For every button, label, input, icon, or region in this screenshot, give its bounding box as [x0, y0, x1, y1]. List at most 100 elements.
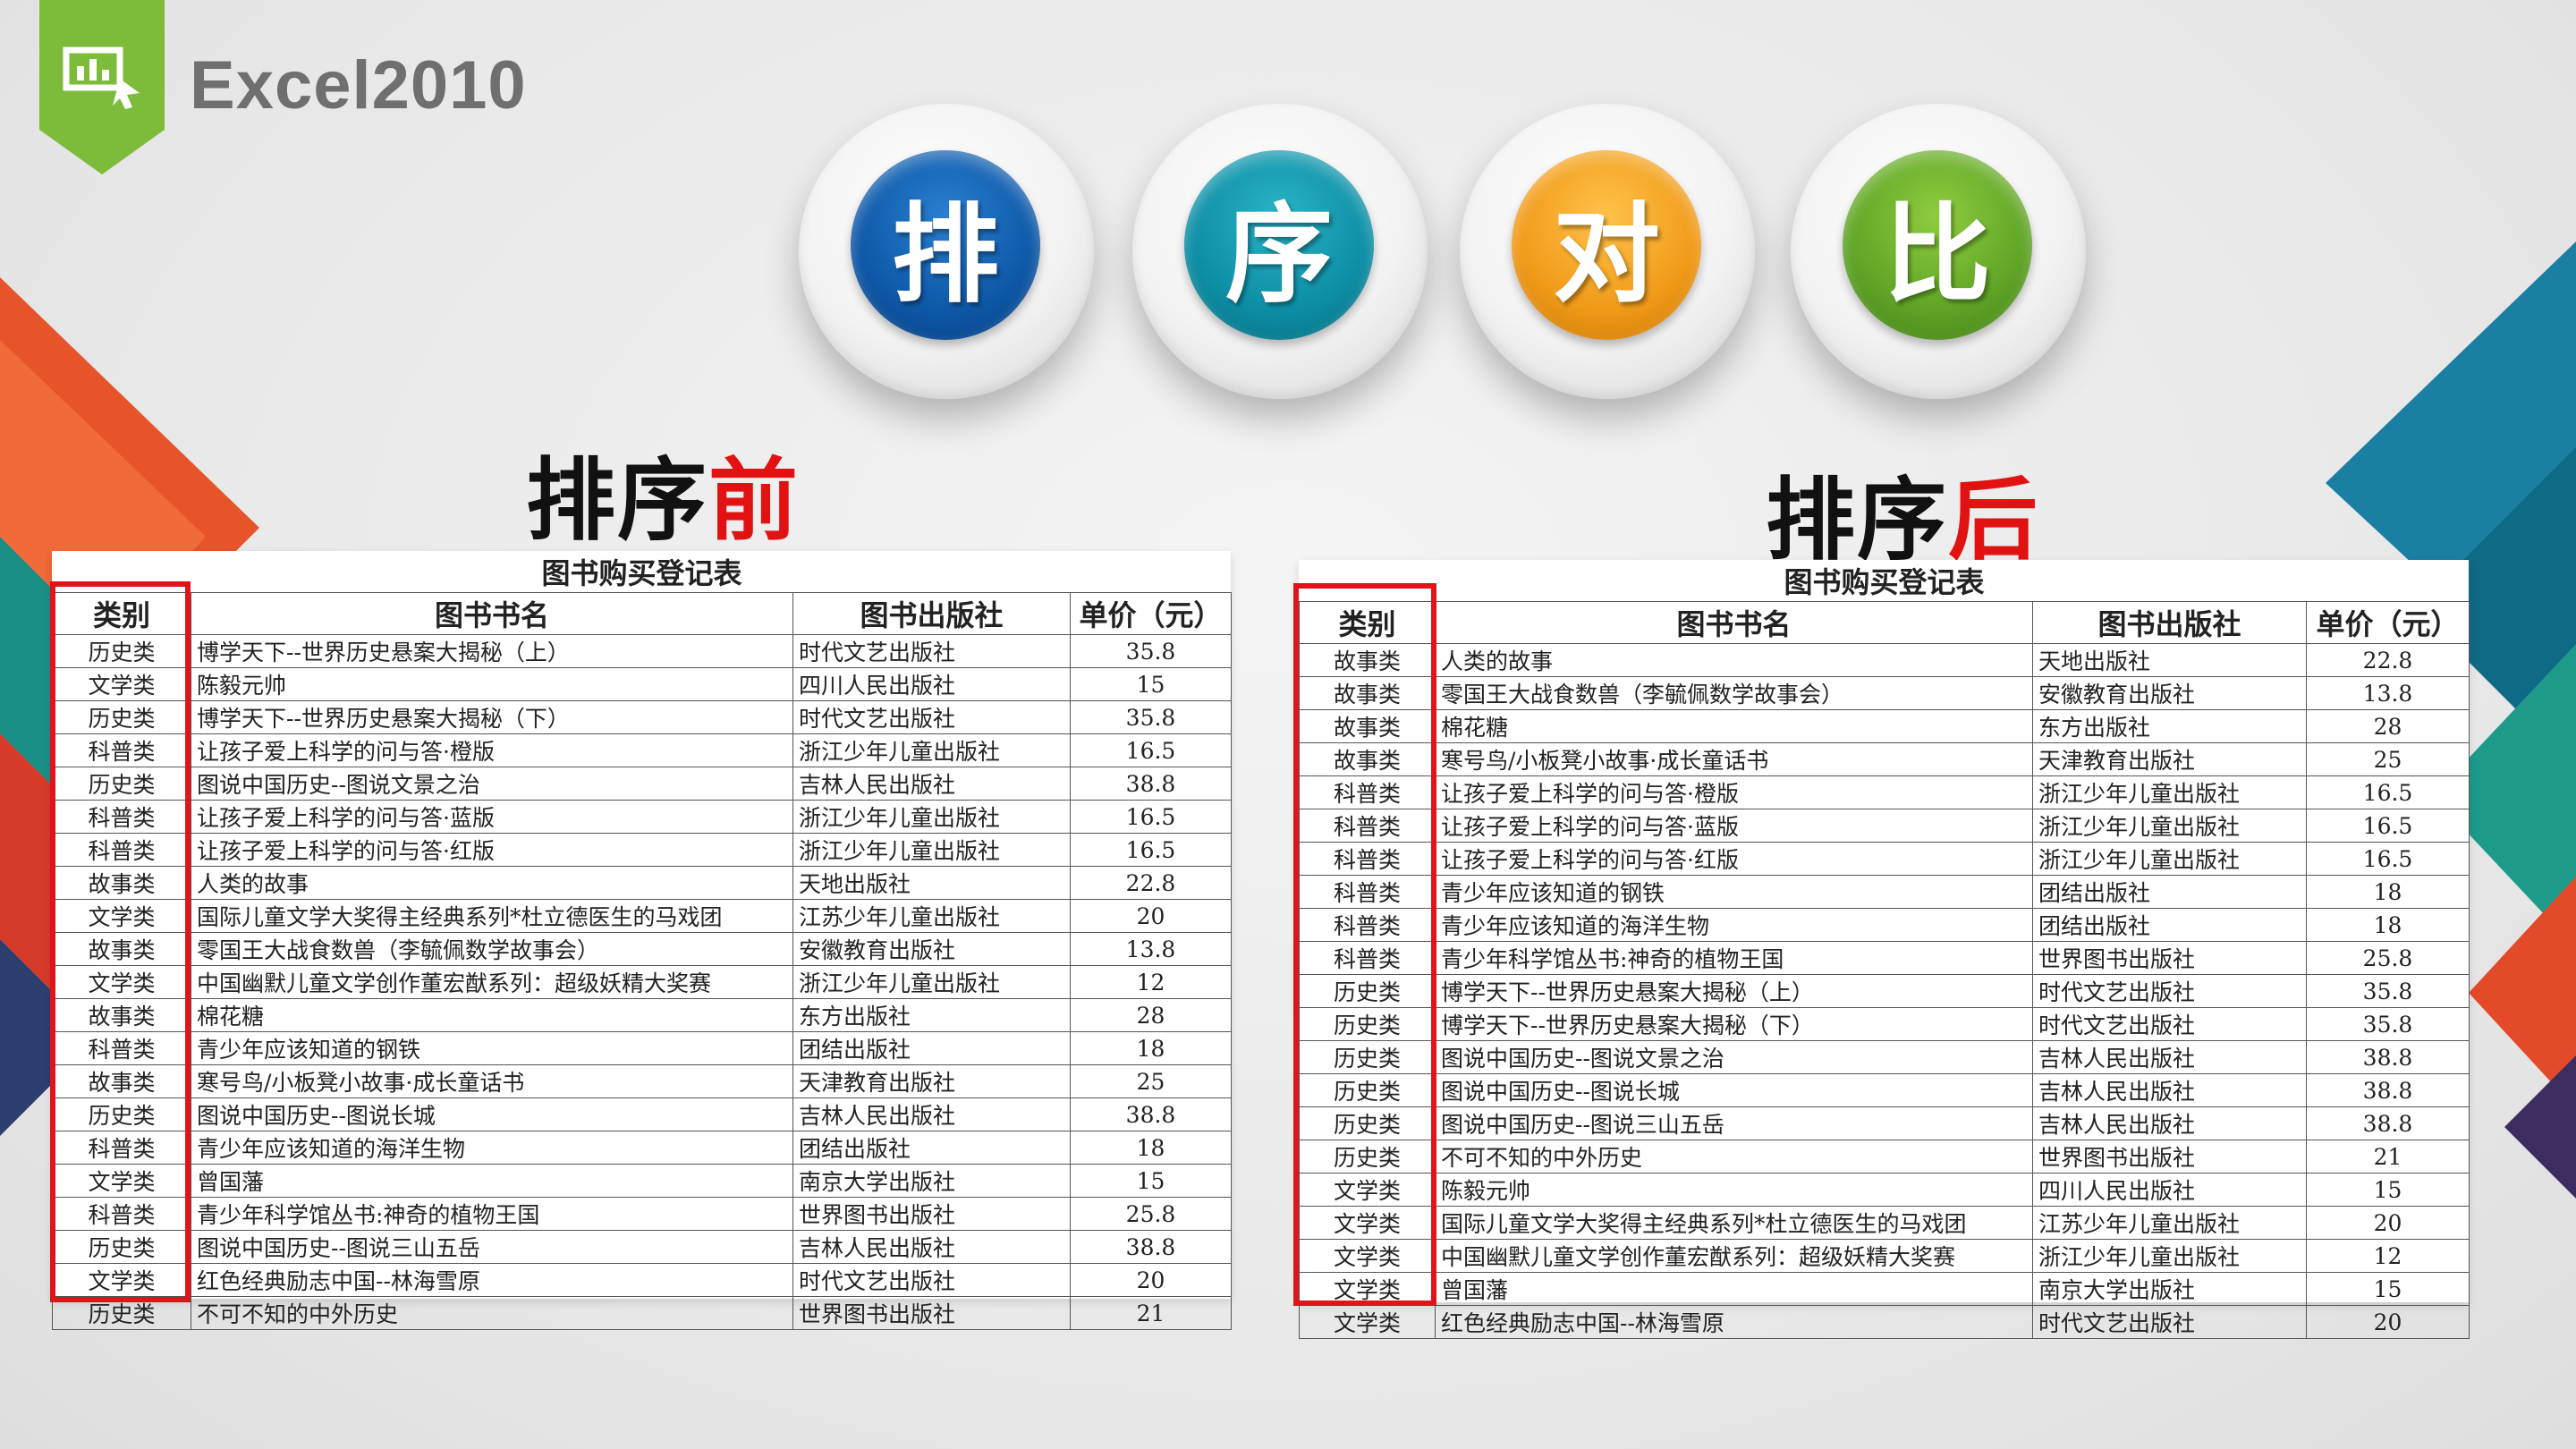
cell-title: 人类的故事 — [191, 866, 793, 900]
cell-title: 青少年科学馆丛书:神奇的植物王国 — [1435, 941, 2033, 975]
cell-publisher: 浙江少年儿童出版社 — [792, 733, 1071, 767]
cell-price: 22.8 — [1069, 866, 1233, 900]
cell-price: 13.8 — [2305, 676, 2470, 710]
cell-publisher: 世界图书出版社 — [792, 1296, 1071, 1330]
table-row: 故事类 人类的故事 天地出版社 22.8 — [1299, 643, 2470, 677]
cell-publisher: 吉林人民出版社 — [792, 767, 1071, 801]
cell-price: 38.8 — [1069, 1097, 1233, 1131]
cell-title: 青少年应该知道的钢铁 — [191, 1031, 793, 1065]
table-row: 故事类 人类的故事 天地出版社 22.8 — [52, 866, 1233, 900]
cell-price: 38.8 — [2305, 1073, 2470, 1107]
table-row: 科普类 青少年应该知道的钢铁 团结出版社 18 — [52, 1031, 1233, 1065]
table-row: 历史类 图说中国历史--图说长城 吉林人民出版社 38.8 — [52, 1097, 1233, 1131]
cell-publisher: 天地出版社 — [792, 866, 1071, 900]
header-publisher: 图书出版社 — [2032, 601, 2307, 644]
cell-title: 让孩子爱上科学的问与答·红版 — [1435, 842, 2033, 876]
cell-title: 让孩子爱上科学的问与答·橙版 — [1435, 775, 2033, 809]
cell-title: 陈毅元帅 — [1435, 1173, 2033, 1207]
table-row: 文学类 中国幽默儿童文学创作董宏猷系列：超级妖精大奖赛 浙江少年儿童出版社 12 — [1299, 1239, 2470, 1273]
cell-price: 16.5 — [1069, 733, 1233, 767]
cell-title: 让孩子爱上科学的问与答·红版 — [191, 833, 793, 867]
cell-publisher: 团结出版社 — [792, 1131, 1071, 1165]
cell-title: 让孩子爱上科学的问与答·蓝版 — [191, 800, 793, 834]
table-row: 故事类 零国王大战食数兽（李毓佩数学故事会） 安徽教育出版社 13.8 — [1299, 676, 2470, 710]
cell-price: 28 — [1069, 998, 1233, 1032]
cell-price: 12 — [1069, 965, 1233, 999]
table-after: 图书购买登记表 类别 图书书名 图书出版社 单价（元） 故事类 人类的故事 天地出版… — [1299, 560, 2470, 1339]
cell-publisher: 浙江少年儿童出版社 — [792, 800, 1071, 834]
cell-title: 博学天下--世界历史悬案大揭秘（上） — [1435, 974, 2033, 1008]
cell-title: 曾国藩 — [191, 1164, 793, 1198]
cell-publisher: 南京大学出版社 — [2032, 1272, 2307, 1306]
cell-price: 20 — [1069, 1263, 1233, 1297]
heading-after-main: 排序 — [1766, 468, 1948, 572]
table-row: 科普类 青少年应该知道的海洋生物 团结出版社 18 — [52, 1131, 1233, 1165]
table-title: 图书购买登记表 — [52, 551, 1232, 593]
circle-char: 比 — [1884, 193, 1991, 318]
cell-price: 20 — [2305, 1305, 2470, 1339]
cell-publisher: 世界图书出版社 — [2032, 941, 2307, 975]
cell-title: 图说中国历史--图说文景之治 — [191, 767, 793, 801]
table-before: 图书购买登记表 类别 图书书名 图书出版社 单价（元） 历史类 博学天下--世界历… — [52, 551, 1233, 1330]
cell-title: 不可不知的中外历史 — [1435, 1140, 2033, 1174]
table-row: 文学类 曾国藩 南京大学出版社 15 — [1299, 1272, 2470, 1306]
table-row: 历史类 图说中国历史--图说文景之治 吉林人民出版社 38.8 — [1299, 1040, 2470, 1074]
cell-title: 寒号鸟/小板凳小故事·成长童话书 — [191, 1064, 793, 1098]
table-row: 文学类 陈毅元帅 四川人民出版社 15 — [1299, 1173, 2470, 1207]
cell-price: 38.8 — [2305, 1106, 2470, 1140]
cell-publisher: 东方出版社 — [2032, 709, 2307, 743]
cell-price: 35.8 — [1069, 634, 1233, 668]
cell-title: 国际儿童文学大奖得主经典系列*杜立德医生的马戏团 — [1435, 1206, 2033, 1240]
cell-publisher: 安徽教育出版社 — [792, 932, 1071, 966]
cell-publisher: 吉林人民出版社 — [792, 1097, 1071, 1131]
cell-publisher: 天地出版社 — [2032, 643, 2307, 677]
table-row: 文学类 曾国藩 南京大学出版社 15 — [52, 1164, 1233, 1198]
cell-price: 25 — [1069, 1064, 1233, 1098]
table-row: 科普类 让孩子爱上科学的问与答·红版 浙江少年儿童出版社 16.5 — [1299, 842, 2470, 876]
cell-title: 红色经典励志中国--林海雪原 — [191, 1263, 793, 1297]
cell-price: 13.8 — [1069, 932, 1233, 966]
cell-title: 中国幽默儿童文学创作董宏猷系列：超级妖精大奖赛 — [191, 965, 793, 999]
cell-publisher: 时代文艺出版社 — [792, 700, 1071, 734]
cell-price: 38.8 — [1069, 767, 1233, 801]
cell-publisher: 时代文艺出版社 — [2032, 1305, 2307, 1339]
cell-publisher: 吉林人民出版社 — [2032, 1106, 2307, 1140]
highlight-category-before — [50, 581, 191, 1302]
cell-publisher: 浙江少年儿童出版社 — [792, 965, 1071, 999]
cell-publisher: 时代文艺出版社 — [2032, 1007, 2307, 1041]
table-row: 故事类 棉花糖 东方出版社 28 — [1299, 709, 2470, 743]
cell-price: 25.8 — [2305, 941, 2470, 975]
cell-price: 35.8 — [2305, 974, 2470, 1008]
table-row: 科普类 青少年科学馆丛书:神奇的植物王国 世界图书出版社 25.8 — [52, 1197, 1233, 1231]
cell-title: 零国王大战食数兽（李毓佩数学故事会） — [1435, 676, 2033, 710]
cell-publisher: 四川人民出版社 — [2032, 1173, 2307, 1207]
cell-publisher: 世界图书出版社 — [792, 1197, 1071, 1231]
heading-before-main: 排序 — [526, 448, 708, 553]
cell-publisher: 南京大学出版社 — [792, 1164, 1071, 1198]
cell-title: 图说中国历史--图说长城 — [191, 1097, 793, 1131]
cell-publisher: 浙江少年儿童出版社 — [2032, 809, 2307, 843]
cell-price: 28 — [2305, 709, 2470, 743]
cell-price: 16.5 — [2305, 809, 2470, 843]
cell-publisher: 浙江少年儿童出版社 — [2032, 842, 2307, 876]
circle-char: 对 — [1553, 193, 1660, 318]
cell-price: 38.8 — [1069, 1230, 1233, 1264]
cell-title: 青少年应该知道的钢铁 — [1435, 875, 2033, 909]
cell-title: 图说中国历史--图说文景之治 — [1435, 1040, 2033, 1074]
table-row: 科普类 让孩子爱上科学的问与答·蓝版 浙江少年儿童出版社 16.5 — [52, 800, 1233, 834]
cell-publisher: 浙江少年儿童出版社 — [2032, 1239, 2307, 1273]
table-row: 科普类 青少年应该知道的海洋生物 团结出版社 18 — [1299, 908, 2470, 942]
circle-char: 序 — [1225, 193, 1333, 318]
cell-price: 16.5 — [1069, 833, 1233, 867]
cell-title: 图说中国历史--图说三山五岳 — [191, 1230, 793, 1264]
table-row: 历史类 图说中国历史--图说文景之治 吉林人民出版社 38.8 — [52, 767, 1233, 801]
cell-price: 25 — [2305, 742, 2470, 776]
cell-title: 青少年应该知道的海洋生物 — [1435, 908, 2033, 942]
excel-badge — [39, 0, 165, 174]
cell-title: 陈毅元帅 — [191, 667, 793, 701]
cell-publisher: 浙江少年儿童出版社 — [2032, 775, 2307, 809]
cell-title: 人类的故事 — [1435, 643, 2033, 677]
cell-price: 20 — [1069, 899, 1233, 933]
heading-before: 排序前 — [526, 428, 800, 557]
cell-price: 16.5 — [1069, 800, 1233, 834]
